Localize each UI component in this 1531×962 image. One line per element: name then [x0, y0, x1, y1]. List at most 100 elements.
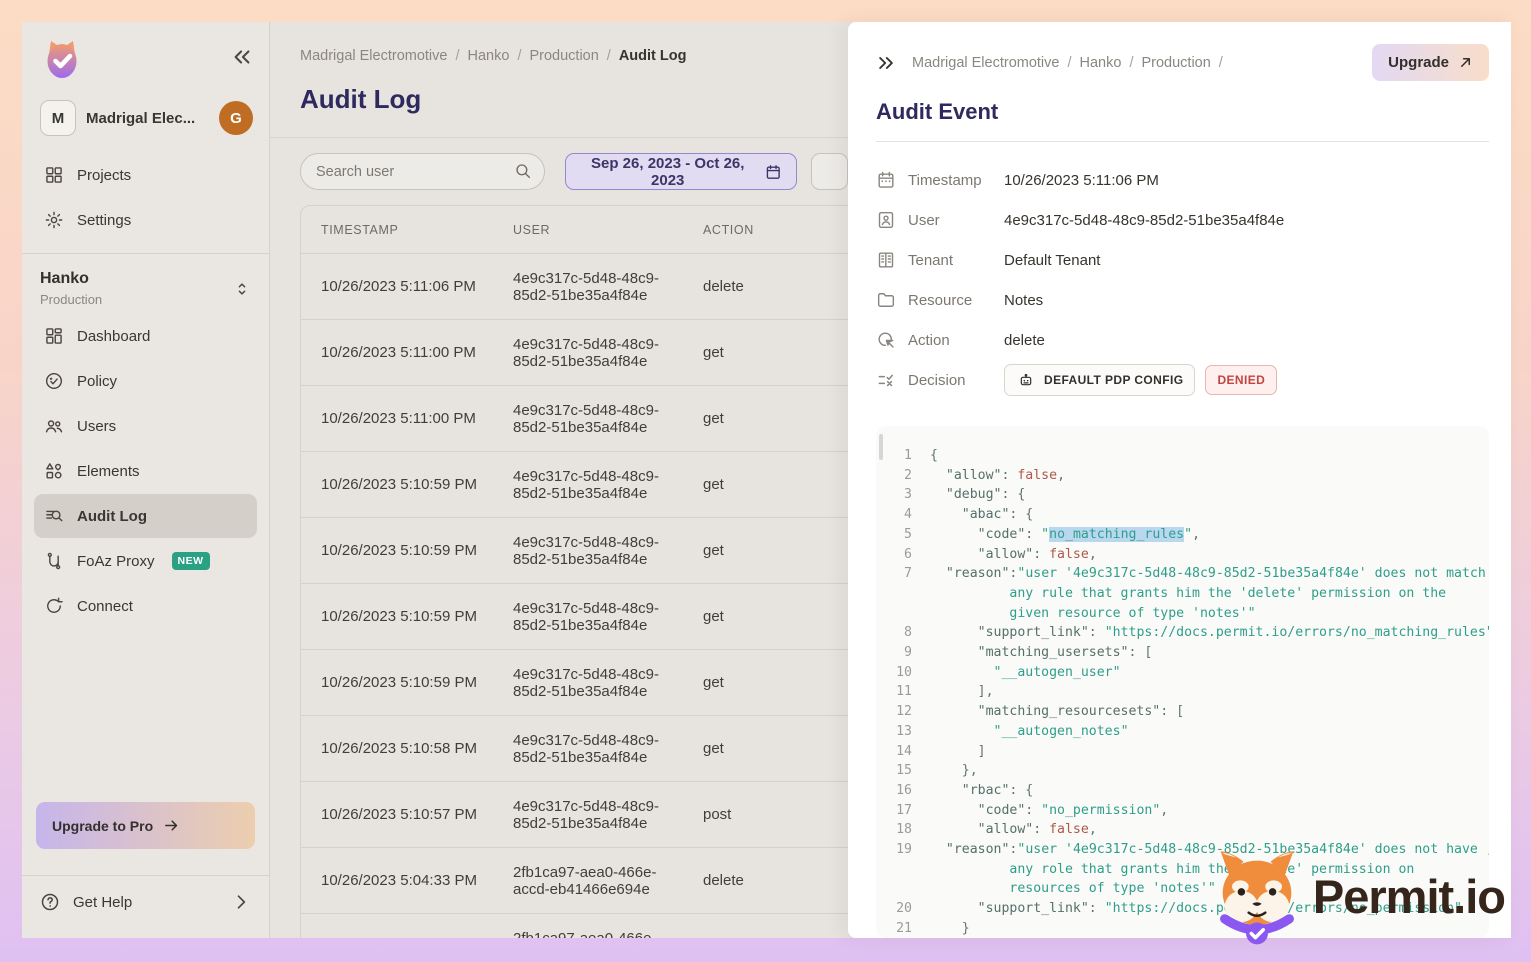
breadcrumb-item[interactable]: Madrigal Electromotive: [300, 48, 447, 64]
cell-action: post: [683, 798, 848, 831]
line-number: 13: [886, 722, 912, 742]
field-label: Tenant: [908, 252, 1004, 269]
upgrade-label: Upgrade: [1388, 54, 1449, 71]
line-number: 18: [886, 820, 912, 840]
sidebar-item-audit-log[interactable]: Audit Log: [34, 494, 257, 538]
sidebar-item-connect[interactable]: Connect: [34, 584, 257, 628]
chevron-right-icon: [231, 892, 251, 912]
sidebar-item-foaz-proxy[interactable]: FoAz ProxyNEW: [34, 539, 257, 583]
cell-user: 4e9c317c-5d48-48c9-85d2-51be35a4f84e: [493, 658, 683, 708]
search-input[interactable]: [300, 153, 545, 190]
breadcrumb-separator: /: [1219, 55, 1223, 71]
table-row[interactable]: 10/26/2023 5:10:59 PM4e9c317c-5d48-48c9-…: [301, 518, 848, 584]
filter-bar: Sep 26, 2023 - Oct 26, 2023: [300, 153, 848, 190]
breadcrumb-item[interactable]: Production: [529, 48, 598, 64]
workspace-selector[interactable]: M Madrigal Elec... G: [22, 88, 269, 152]
date-range-label: Sep 26, 2023 - Oct 26, 2023: [580, 155, 755, 189]
scrollbar-thumb[interactable]: [879, 434, 883, 460]
table-row[interactable]: 10/26/2023 5:04:33 PM2fb1ca97-aea0-466e-…: [301, 848, 848, 914]
table-row[interactable]: 10/26/2023 5:10:59 PM4e9c317c-5d48-48c9-…: [301, 452, 848, 518]
sidebar-item-label: Audit Log: [77, 508, 147, 525]
field-value: Default Tenant: [1004, 252, 1100, 269]
code-line: 14 ]: [886, 742, 1475, 762]
gear-icon: [44, 210, 64, 230]
breadcrumb-item[interactable]: Audit Log: [619, 48, 687, 64]
sidebar-item-label: Users: [77, 418, 116, 435]
code-line: 7 "reason":"user '4e9c317c-5d48-48c9-85d…: [886, 564, 1475, 584]
proxy-icon: [44, 551, 64, 571]
line-number: 20: [886, 899, 912, 919]
code-line: 17 "code": "no_permission",: [886, 801, 1475, 821]
code-text: "matching_usersets": [: [930, 643, 1152, 663]
permit-io-watermark: Permit.io: [1205, 844, 1505, 948]
upgrade-button[interactable]: Upgrade: [1372, 44, 1489, 81]
sidebar-item-dashboard[interactable]: Dashboard: [34, 314, 257, 358]
table-row[interactable]: 10/26/2023 5:11:06 PM4e9c317c-5d48-48c9-…: [301, 254, 848, 320]
breadcrumb-item[interactable]: Madrigal Electromotive: [912, 55, 1059, 71]
cell-user: 4e9c317c-5d48-48c9-85d2-51be35a4f84e: [493, 724, 683, 774]
cell-timestamp: 10/26/2023 5:11:06 PM: [301, 270, 493, 303]
dashboard-icon: [44, 326, 64, 346]
sidebar-item-projects[interactable]: Projects: [34, 153, 257, 197]
table-row[interactable]: 10/26/2023 5:10:57 PM4e9c317c-5d48-48c9-…: [301, 782, 848, 848]
cell-user: 4e9c317c-5d48-48c9-85d2-51be35a4f84e: [493, 460, 683, 510]
code-text: {: [930, 446, 938, 466]
table-row[interactable]: 10/26/2023 5:04:13 PM2fb1ca97-aea0-466e-…: [301, 914, 848, 938]
collapse-panel-icon[interactable]: [876, 53, 896, 73]
upgrade-to-pro-button[interactable]: Upgrade to Pro: [36, 802, 255, 849]
table-row[interactable]: 10/26/2023 5:11:00 PM4e9c317c-5d48-48c9-…: [301, 386, 848, 452]
user-badge-icon: [876, 210, 896, 230]
user-avatar[interactable]: G: [219, 101, 253, 135]
line-number: 10: [886, 663, 912, 683]
decision-field: Decision DEFAULT PDP CONFIG DENIED: [876, 360, 1489, 400]
cell-user: 4e9c317c-5d48-48c9-85d2-51be35a4f84e: [493, 262, 683, 312]
folder-icon: [876, 290, 896, 310]
breadcrumb-item[interactable]: Hanko: [1080, 55, 1122, 71]
get-help-button[interactable]: Get Help: [22, 876, 269, 938]
sidebar-top-nav: Projects Settings: [22, 152, 269, 243]
panel-title: Audit Event: [876, 99, 1489, 125]
project-selector[interactable]: Hanko Production: [22, 254, 269, 313]
divider: [270, 137, 848, 138]
get-help-label: Get Help: [73, 894, 132, 911]
cell-timestamp: 10/26/2023 5:10:59 PM: [301, 468, 493, 501]
sidebar-item-settings[interactable]: Settings: [34, 198, 257, 242]
sidebar-item-label: Connect: [77, 598, 133, 615]
cell-action: get: [683, 732, 848, 765]
code-text: ]: [930, 742, 986, 762]
line-number: 8: [886, 623, 912, 643]
code-line: 16 "rbac": {: [886, 781, 1475, 801]
table-row[interactable]: 10/26/2023 5:10:59 PM4e9c317c-5d48-48c9-…: [301, 584, 848, 650]
table-row[interactable]: 10/26/2023 5:10:59 PM4e9c317c-5d48-48c9-…: [301, 650, 848, 716]
breadcrumb-item[interactable]: Hanko: [468, 48, 510, 64]
cell-action: get: [683, 534, 848, 567]
event-field-action: Actiondelete: [876, 320, 1489, 360]
line-number: [886, 860, 912, 880]
sidebar-item-elements[interactable]: Elements: [34, 449, 257, 493]
sidebar-item-label: Projects: [77, 167, 131, 184]
breadcrumb-separator: /: [607, 48, 611, 64]
elements-icon: [44, 461, 64, 481]
code-text: "code": "no_matching_rules",: [930, 525, 1200, 545]
event-field-resource: ResourceNotes: [876, 280, 1489, 320]
divider: [876, 141, 1489, 142]
breadcrumb-item[interactable]: Production: [1141, 55, 1210, 71]
code-text: }: [930, 919, 970, 938]
cell-user: 4e9c317c-5d48-48c9-85d2-51be35a4f84e: [493, 526, 683, 576]
table-row[interactable]: 10/26/2023 5:11:00 PM4e9c317c-5d48-48c9-…: [301, 320, 848, 386]
sidebar-item-policy[interactable]: Policy: [34, 359, 257, 403]
line-number: 16: [886, 781, 912, 801]
table-row[interactable]: 10/26/2023 5:10:58 PM4e9c317c-5d48-48c9-…: [301, 716, 848, 782]
sidebar-item-users[interactable]: Users: [34, 404, 257, 448]
collapse-sidebar-icon[interactable]: [231, 46, 253, 73]
clipped-filter-button[interactable]: [811, 153, 848, 190]
breadcrumb-separator: /: [1129, 55, 1133, 71]
code-line: 2 "allow": false,: [886, 466, 1475, 486]
table-body: 10/26/2023 5:11:06 PM4e9c317c-5d48-48c9-…: [301, 254, 848, 938]
table-header-row: TIMESTAMPUSERACTION: [301, 206, 848, 254]
code-line: 3 "debug": {: [886, 485, 1475, 505]
field-label: User: [908, 212, 1004, 229]
cell-user: 4e9c317c-5d48-48c9-85d2-51be35a4f84e: [493, 328, 683, 378]
permit-io-wordmark: Permit.io: [1313, 869, 1505, 924]
date-range-picker[interactable]: Sep 26, 2023 - Oct 26, 2023: [565, 153, 797, 190]
